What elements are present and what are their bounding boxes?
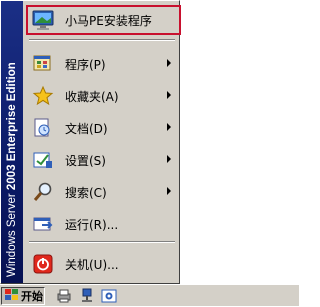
menu-item-documents[interactable]: 文档(D)	[27, 113, 177, 143]
menu-item-programs[interactable]: 程序(P)	[27, 49, 177, 79]
submenu-arrow-icon	[167, 187, 171, 195]
menu-item-search[interactable]: 搜索(C)	[27, 177, 177, 207]
run-icon	[30, 212, 56, 236]
menu-item-settings[interactable]: 设置(S)	[27, 145, 177, 175]
programs-icon	[30, 52, 56, 76]
start-button-label: 开始	[21, 290, 43, 303]
menu-item-label: 运行(R)...	[65, 217, 119, 232]
menu-item-label: 收藏夹(A)	[65, 89, 119, 104]
menu-item-shutdown[interactable]: 关机(U)...	[27, 249, 177, 279]
submenu-arrow-icon	[167, 155, 171, 163]
menu-item-installer[interactable]: 小马PE安装程序	[27, 5, 177, 35]
banner-text: Windows Server 2003 Enterprise Edition	[4, 62, 20, 277]
favorites-star-icon	[30, 84, 56, 108]
submenu-arrow-icon	[167, 59, 171, 67]
menu-item-label: 小马PE安装程序	[65, 13, 152, 28]
menu-item-run[interactable]: 运行(R)...	[27, 209, 177, 239]
start-button[interactable]: 开始	[1, 287, 45, 305]
banner-word-year: 2003	[6, 164, 18, 191]
documents-icon	[30, 116, 56, 140]
submenu-arrow-icon	[167, 123, 171, 131]
menu-item-favorites[interactable]: 收藏夹(A)	[27, 81, 177, 111]
start-menu-banner: Windows Server 2003 Enterprise Edition	[1, 1, 23, 283]
menu-item-label: 关机(U)...	[65, 257, 119, 272]
taskbar: 开始	[0, 284, 299, 306]
menu-item-label: 搜索(C)	[65, 185, 107, 200]
windows-logo-icon	[5, 288, 19, 304]
printer-icon[interactable]	[56, 288, 72, 304]
menu-item-label: 设置(S)	[65, 153, 106, 168]
search-icon	[30, 180, 56, 204]
banner-word-windows: Windows	[6, 230, 18, 277]
network-icon[interactable]	[79, 288, 95, 304]
menu-item-label: 程序(P)	[65, 57, 106, 72]
start-menu: Windows Server 2003 Enterprise Edition 小…	[0, 0, 181, 284]
settings-icon	[30, 148, 56, 172]
banner-word-server: Server	[6, 193, 18, 228]
menu-item-label: 文档(D)	[65, 121, 108, 136]
banner-word-edition: Enterprise Edition	[6, 62, 18, 162]
menu-separator	[29, 241, 175, 243]
menu-separator	[29, 39, 175, 41]
submenu-arrow-icon	[167, 91, 171, 99]
installer-icon	[30, 8, 56, 32]
shutdown-icon	[30, 252, 56, 276]
settings-icon[interactable]	[101, 288, 117, 304]
